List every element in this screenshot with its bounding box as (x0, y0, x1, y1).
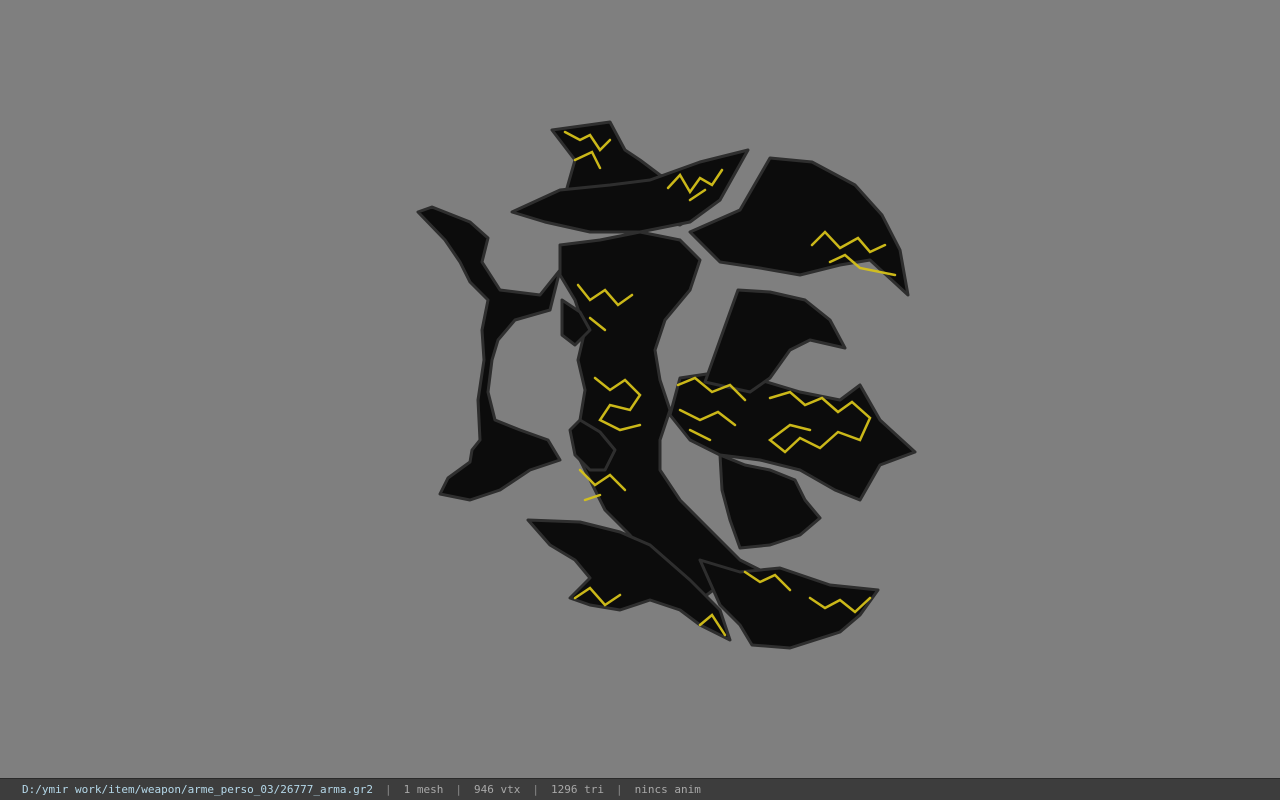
model-arm-left (416, 205, 562, 502)
triangle-count-label: 1296 tri (550, 783, 604, 796)
3d-viewport[interactable] (0, 0, 1280, 778)
status-separator: | (455, 783, 462, 796)
status-bar: D:/ymir work/item/weapon/arme_perso_03/2… (0, 778, 1280, 800)
status-separator: | (532, 783, 539, 796)
model-shield-upper (703, 288, 847, 394)
vertex-count-label: 946 vtx (474, 783, 521, 796)
file-path-label: D:/ymir work/item/weapon/arme_perso_03/2… (22, 783, 373, 796)
animation-status-label: nincs anim (634, 783, 701, 796)
weapon-model (416, 120, 917, 650)
weapon-model-render (416, 120, 917, 650)
mesh-count-label: 1 mesh (403, 783, 444, 796)
status-separator: | (385, 783, 392, 796)
status-separator: | (615, 783, 623, 796)
